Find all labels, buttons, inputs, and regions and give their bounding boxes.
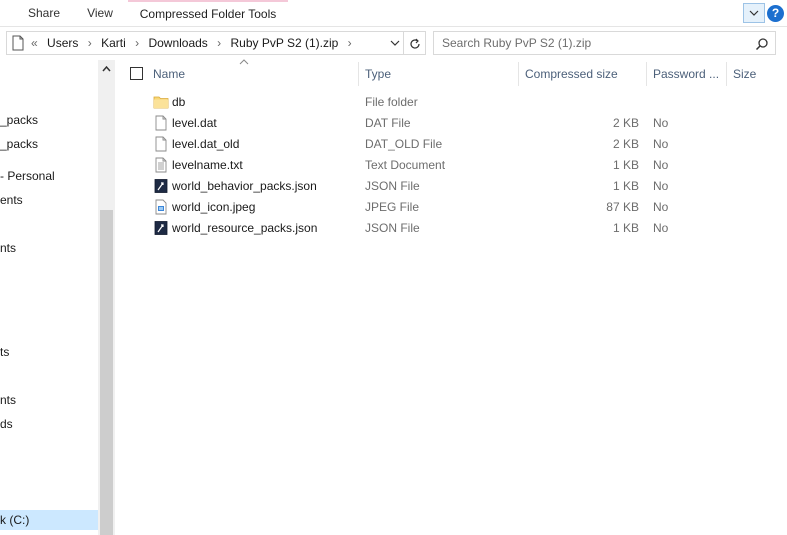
scroll-up-icon[interactable] <box>101 64 112 74</box>
tab-compressed-folder-tools[interactable]: Compressed Folder Tools <box>128 0 288 27</box>
file-password: No <box>653 221 669 235</box>
nav-item[interactable]: ts <box>0 342 9 362</box>
breadcrumb-zip[interactable]: Ruby PvP S2 (1).zip <box>231 36 339 50</box>
breadcrumb-separator-icon[interactable]: › <box>88 36 92 50</box>
file-compressed-size: 1 KB <box>612 221 639 235</box>
file-row[interactable]: level.dat_old DAT_OLD File 2 KB No <box>150 134 780 155</box>
file-name: world_icon.jpeg <box>172 200 256 214</box>
nav-scrollbar[interactable] <box>98 60 115 535</box>
file-type: JSON File <box>365 179 420 193</box>
search-input[interactable]: Search Ruby PvP S2 (1).zip <box>442 32 591 54</box>
file-type: DAT File <box>365 116 411 130</box>
json-file-icon <box>154 221 168 235</box>
breadcrumb-karti[interactable]: Karti <box>101 36 126 50</box>
file-password: No <box>653 200 669 214</box>
nav-item[interactable]: nts <box>0 238 16 258</box>
file-type: JSON File <box>365 221 420 235</box>
file-type: JPEG File <box>365 200 420 214</box>
refresh-button[interactable] <box>404 31 426 55</box>
file-row[interactable]: db File folder <box>150 92 780 113</box>
file-password: No <box>653 158 669 172</box>
column-header-type[interactable]: Type <box>365 62 515 86</box>
breadcrumb-downloads[interactable]: Downloads <box>148 36 207 50</box>
file-name: levelname.txt <box>172 158 243 172</box>
file-password: No <box>653 137 669 151</box>
tab-share[interactable]: Share <box>16 0 72 27</box>
search-box[interactable]: Search Ruby PvP S2 (1).zip <box>433 31 776 55</box>
column-divider[interactable] <box>358 62 359 86</box>
help-button[interactable]: ? <box>767 5 784 22</box>
column-header-compressed-size[interactable]: Compressed size <box>525 62 643 86</box>
file-type: File folder <box>365 95 418 109</box>
breadcrumb-separator-icon[interactable]: › <box>348 36 352 50</box>
column-divider[interactable] <box>726 62 727 86</box>
file-icon <box>155 115 167 131</box>
expand-ribbon-button[interactable] <box>743 3 765 23</box>
file-icon <box>155 136 167 152</box>
chevron-down-icon <box>749 10 759 16</box>
nav-item-local-disk[interactable]: k (C:) <box>0 510 98 530</box>
document-icon <box>12 35 24 51</box>
nav-item[interactable]: ds <box>0 414 13 434</box>
file-name: world_behavior_packs.json <box>172 179 317 193</box>
text-file-icon <box>155 157 167 173</box>
nav-item[interactable]: - Personal <box>0 166 55 186</box>
breadcrumb: « Users › Karti › Downloads › Ruby PvP S… <box>31 32 358 54</box>
file-row[interactable]: level.dat DAT File 2 KB No <box>150 113 780 134</box>
file-name: level.dat <box>172 116 217 130</box>
address-bar[interactable]: « Users › Karti › Downloads › Ruby PvP S… <box>6 31 404 55</box>
file-compressed-size: 2 KB <box>612 137 639 151</box>
column-header-name[interactable]: Name <box>153 62 358 86</box>
refresh-icon <box>410 38 420 49</box>
file-password: No <box>653 179 669 193</box>
column-divider[interactable] <box>646 62 647 86</box>
breadcrumb-overflow[interactable]: « <box>31 36 38 50</box>
nav-item[interactable]: nts <box>0 390 16 410</box>
file-row[interactable]: world_icon.jpeg JPEG File 87 KB No <box>150 197 780 218</box>
breadcrumb-users[interactable]: Users <box>47 36 78 50</box>
tab-view[interactable]: View <box>76 0 124 27</box>
nav-item[interactable]: _packs <box>0 110 38 130</box>
nav-item[interactable]: ents <box>0 190 23 210</box>
file-compressed-size: 1 KB <box>612 158 639 172</box>
file-password: No <box>653 116 669 130</box>
select-all-checkbox[interactable] <box>130 67 143 80</box>
column-divider[interactable] <box>518 62 519 86</box>
navigation-pane: _packs _packs - Personal ents nts ts nts… <box>0 60 98 535</box>
address-history-chevron-icon[interactable] <box>389 36 401 50</box>
file-type: Text Document <box>365 158 446 172</box>
file-name: level.dat_old <box>172 137 240 151</box>
ribbon-tab-bar: Share View Compressed Folder Tools ? <box>0 0 787 27</box>
file-row[interactable]: levelname.txt Text Document 1 KB No <box>150 155 780 176</box>
file-row[interactable]: world_resource_packs.json JSON File 1 KB… <box>150 218 780 239</box>
file-compressed-size: 1 KB <box>612 179 639 193</box>
nav-item[interactable]: _packs <box>0 134 38 154</box>
scrollbar-thumb[interactable] <box>100 210 113 535</box>
folder-icon <box>153 96 169 109</box>
breadcrumb-separator-icon[interactable]: › <box>217 36 221 50</box>
column-header-password[interactable]: Password ... <box>653 62 723 86</box>
json-file-icon <box>154 179 168 193</box>
file-type: DAT_OLD File <box>365 137 443 151</box>
file-name: world_resource_packs.json <box>172 221 318 235</box>
file-compressed-size: 2 KB <box>612 116 639 130</box>
breadcrumb-separator-icon[interactable]: › <box>135 36 139 50</box>
file-row[interactable]: world_behavior_packs.json JSON File 1 KB… <box>150 176 780 197</box>
file-name: db <box>172 95 186 109</box>
search-icon <box>755 38 768 51</box>
column-header-size[interactable]: Size <box>733 62 783 86</box>
file-compressed-size: 87 KB <box>606 200 639 214</box>
image-file-icon <box>155 199 167 215</box>
